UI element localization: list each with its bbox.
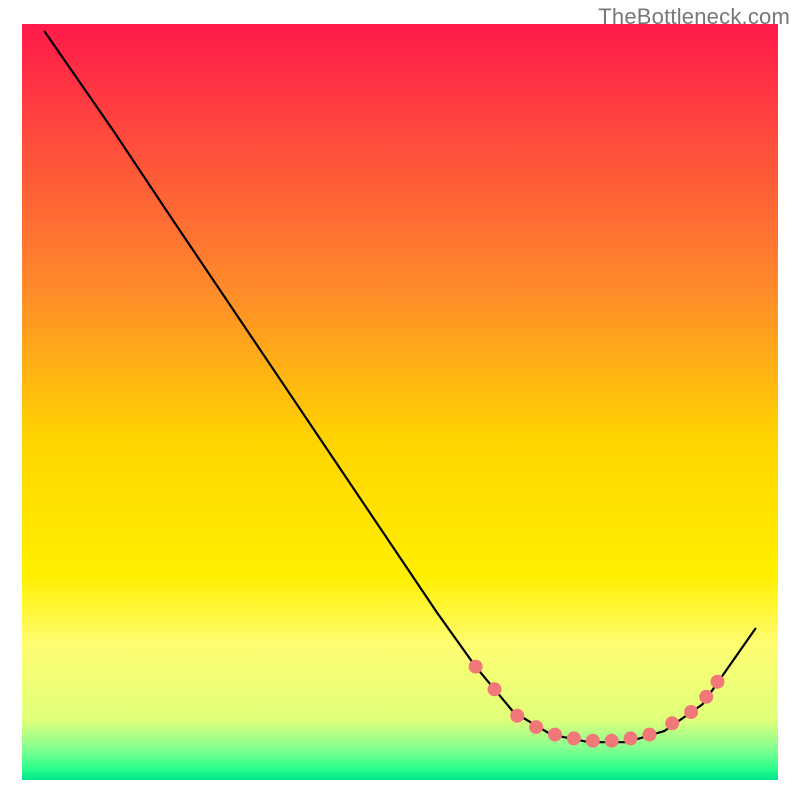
plot-area [21,23,779,781]
marker-dot [684,705,698,719]
marker-dot [488,682,502,696]
gradient-background [22,24,778,780]
marker-dot [699,690,713,704]
marker-dot [510,709,524,723]
marker-dot [665,716,679,730]
attribution-text: TheBottleneck.com [598,4,790,30]
marker-dot [469,660,483,674]
marker-dot [624,731,638,745]
chart-svg [0,0,800,800]
marker-dot [711,675,725,689]
marker-dot [586,734,600,748]
marker-dot [643,728,657,742]
chart-container: TheBottleneck.com [0,0,800,800]
marker-dot [605,734,619,748]
marker-dot [529,720,543,734]
marker-dot [567,731,581,745]
marker-dot [548,728,562,742]
